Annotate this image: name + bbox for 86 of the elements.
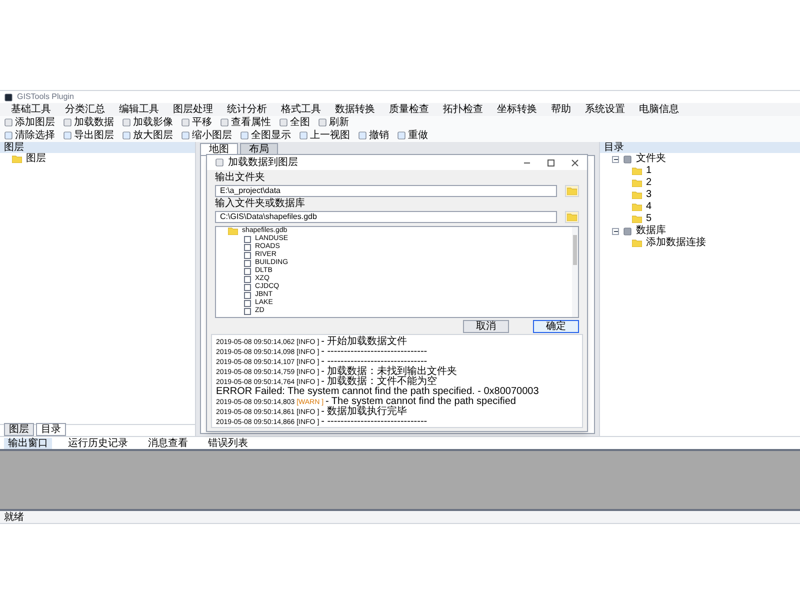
tree-item[interactable]: 文件夹 (636, 153, 666, 165)
menu-item[interactable]: 格式工具 (274, 104, 328, 116)
checkbox[interactable] (244, 276, 251, 282)
tree-item[interactable]: 3 (646, 189, 652, 201)
tree-item[interactable]: 1 (646, 165, 652, 177)
toolbar-button[interactable]: 全图显示 (240, 130, 291, 142)
checkbox[interactable] (244, 244, 251, 250)
checkbox[interactable] (244, 236, 251, 242)
output-tab[interactable]: 错误列表 (204, 438, 252, 448)
checkbox[interactable] (244, 308, 251, 314)
folder-icon (567, 213, 577, 221)
toolbar-button[interactable]: 缩小图层 (181, 130, 232, 142)
checkbox[interactable] (244, 300, 251, 306)
menu-item[interactable]: 分类汇总 (58, 104, 112, 116)
tree-item[interactable]: 5 (646, 213, 652, 225)
maximize-icon[interactable] (547, 158, 555, 166)
toolbar-button[interactable]: 平移 (181, 116, 212, 128)
status-text: 就绪 (4, 512, 24, 522)
toolbar-button[interactable]: 重做 (397, 130, 428, 142)
panel-title: 图层 (4, 142, 24, 153)
toolbar-button[interactable]: 查看属性 (220, 116, 271, 128)
database-icon (623, 226, 632, 236)
toolbar-button[interactable]: 加载影像 (122, 116, 173, 128)
expander[interactable] (612, 156, 619, 162)
folder-icon (567, 187, 577, 195)
checkbox[interactable] (244, 292, 251, 298)
database-icon (623, 154, 632, 164)
tool-icon (318, 118, 327, 127)
toolbar-button[interactable]: 加载数据 (63, 116, 114, 128)
toolbar-button[interactable]: 导出图层 (63, 130, 114, 142)
app-icon (4, 92, 13, 102)
menu-item[interactable]: 图层处理 (166, 104, 220, 116)
output-tab[interactable]: 消息查看 (144, 438, 192, 448)
menu-item[interactable]: 基础工具 (4, 104, 58, 116)
menu-item[interactable]: 坐标转换 (490, 104, 544, 116)
toolbar-button[interactable]: 撤销 (358, 130, 389, 142)
menu-item[interactable]: 电脑信息 (632, 104, 686, 116)
menu-item[interactable]: 系统设置 (578, 104, 632, 116)
panel-title: 目录 (604, 142, 624, 153)
menu-item[interactable]: 帮助 (544, 104, 578, 116)
tool-icon (279, 118, 288, 127)
toolbar-button[interactable]: 全图 (279, 116, 310, 128)
menu-item[interactable]: 拓扑检查 (436, 104, 490, 116)
checkbox[interactable] (244, 268, 251, 274)
input-field[interactable]: C:\GIS\Data\shapefiles.gdb (215, 211, 557, 223)
menu-item[interactable]: 统计分析 (220, 104, 274, 116)
dialog-button[interactable]: 确定 (533, 320, 579, 332)
checkbox[interactable] (244, 252, 251, 258)
menu-item[interactable]: 质量检查 (382, 104, 436, 116)
field-label: 输入文件夹或数据库 (215, 198, 306, 210)
tool-icon (358, 131, 367, 140)
toolbar-button[interactable]: 添加图层 (4, 116, 55, 128)
folder-icon (12, 155, 22, 163)
tree-item[interactable]: 添加数据连接 (646, 237, 706, 249)
toolbar-button[interactable]: 清除选择 (4, 130, 55, 142)
checkbox[interactable] (244, 284, 251, 290)
tool-icon (397, 131, 406, 140)
output-tab[interactable]: 输出窗口 (4, 438, 52, 448)
folder-icon (632, 239, 642, 247)
output-tab[interactable]: 运行历史记录 (64, 438, 132, 448)
toolbar-button[interactable]: 刷新 (318, 116, 349, 128)
tree-item[interactable]: 4 (646, 201, 652, 213)
tree-item[interactable]: 2 (646, 177, 652, 189)
checkbox[interactable] (244, 260, 251, 266)
tree-item[interactable]: 数据库 (636, 225, 666, 237)
panel-tab[interactable]: 目录 (36, 423, 66, 436)
toolbar-button[interactable]: 放大图层 (122, 130, 173, 142)
log-line: ERROR Failed: The system cannot find the path specified. - 0x80070003 (216, 387, 540, 397)
panel-tab[interactable]: 图层 (4, 423, 34, 436)
expander[interactable] (612, 228, 619, 234)
tool-icon (220, 118, 229, 127)
window-title: GISTools Plugin (17, 91, 74, 103)
input-field[interactable]: E:\a_project\data (215, 185, 557, 197)
menu-item[interactable]: 数据转换 (328, 104, 382, 116)
toolbar-button[interactable]: 上一视图 (299, 130, 350, 142)
tree-item[interactable]: 图层 (26, 153, 46, 165)
scrollbar[interactable] (572, 227, 578, 317)
folder-icon (228, 227, 238, 235)
dialog-title: 加载数据到图层 (228, 156, 299, 170)
tool-icon (240, 131, 249, 140)
menu-item[interactable]: 编辑工具 (112, 104, 166, 116)
dialog-icon (215, 158, 224, 167)
close-icon[interactable] (571, 158, 579, 166)
tool-icon (299, 131, 308, 140)
field-label: 输出文件夹 (215, 172, 266, 184)
dialog-button[interactable]: 取消 (463, 320, 509, 332)
